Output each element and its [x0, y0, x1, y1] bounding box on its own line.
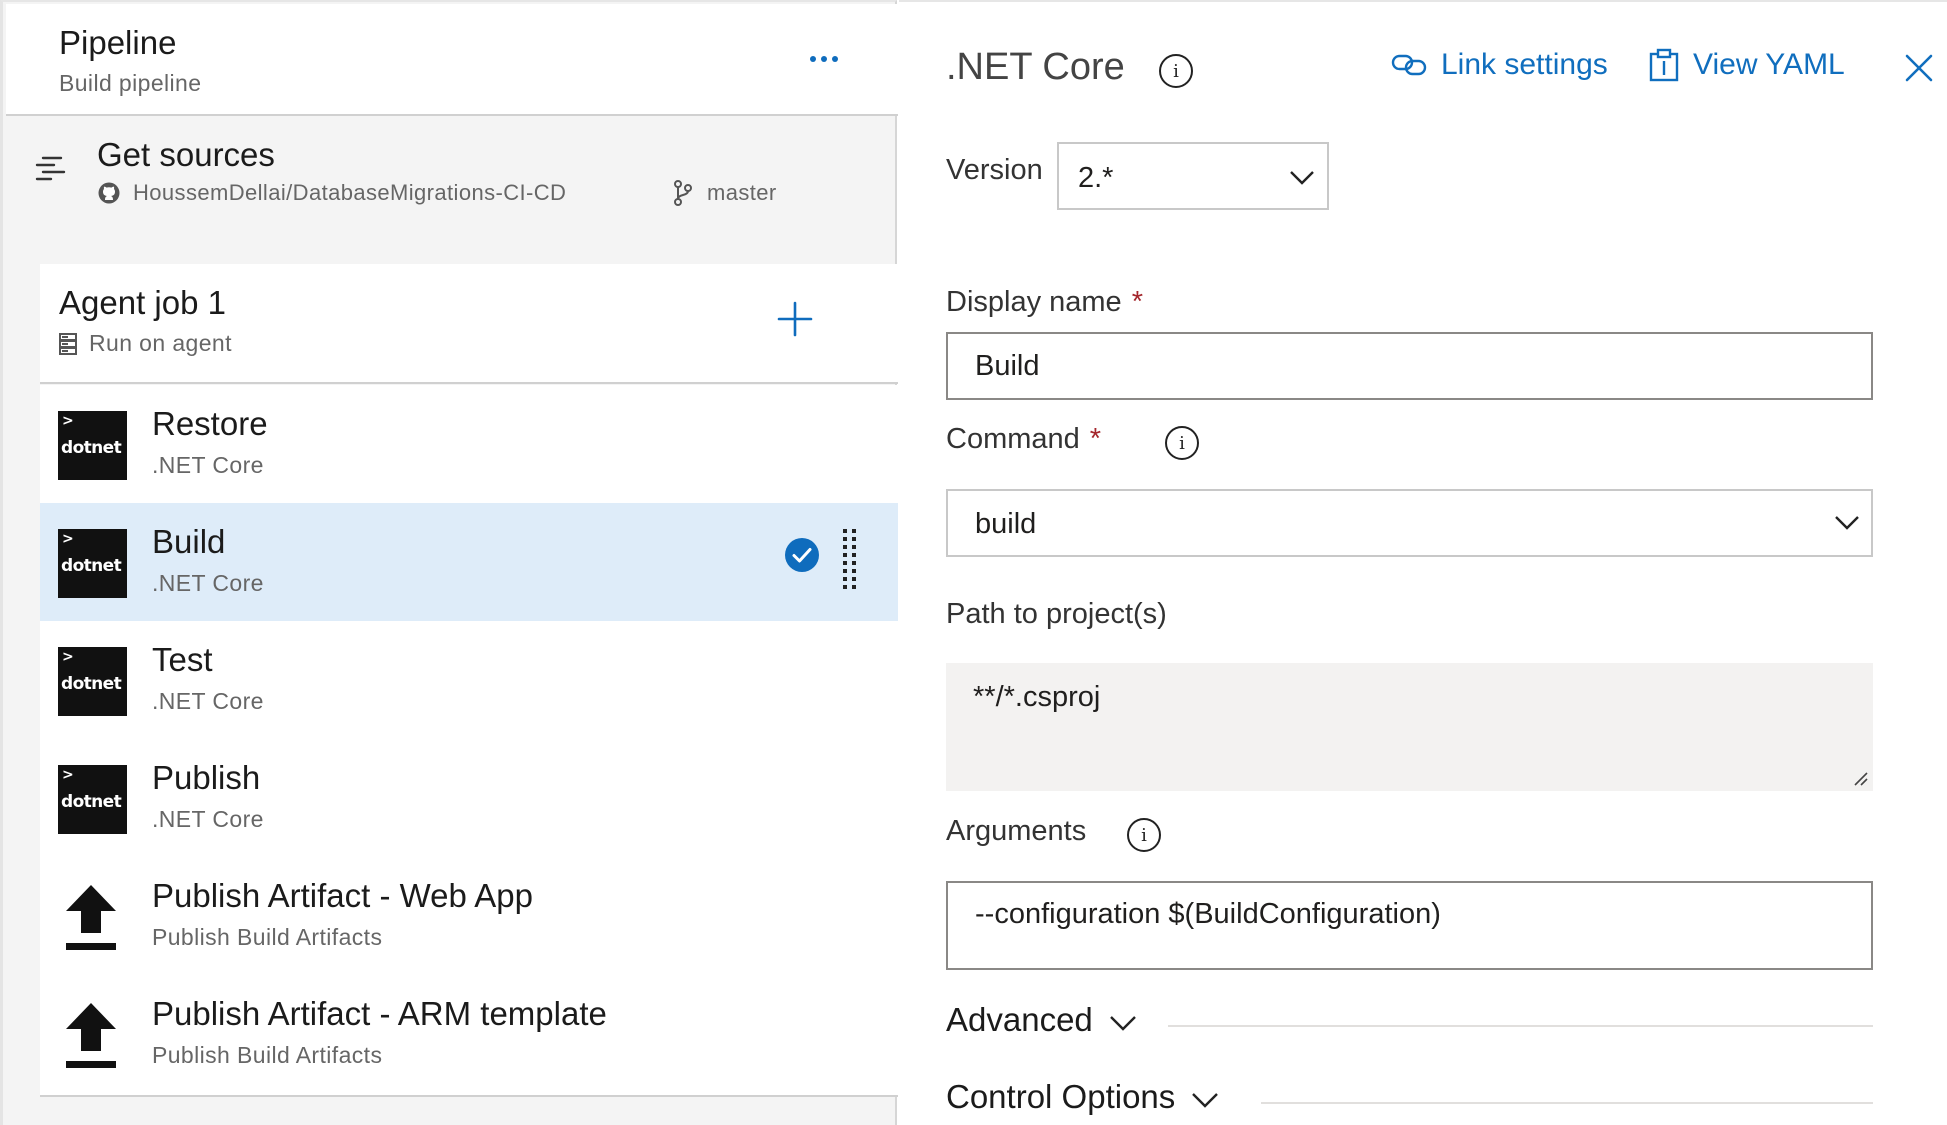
arguments-input[interactable]: --configuration $(BuildConfiguration)	[946, 881, 1873, 970]
task-name: Publish Artifact - ARM template	[152, 995, 607, 1032]
add-task-icon[interactable]	[775, 299, 815, 339]
link-icon	[1391, 54, 1427, 76]
version-value: 2.*	[1078, 162, 1114, 194]
github-icon	[98, 182, 120, 204]
command-label: Command *	[946, 423, 1101, 456]
resize-grip-icon[interactable]	[1851, 769, 1869, 787]
version-select[interactable]: 2.*	[1057, 142, 1329, 210]
task-item-build[interactable]: > dotnet Build .NET Core	[40, 503, 898, 621]
dotnet-logo-icon: > dotnet	[58, 411, 127, 480]
enabled-check-icon[interactable]	[784, 537, 820, 573]
task-name: Build	[152, 523, 226, 560]
task-type: Publish Build Artifacts	[152, 1042, 383, 1068]
pipeline-header[interactable]: Pipeline Build pipeline	[6, 4, 898, 116]
section-divider	[1168, 1025, 1873, 1027]
repository-info: HoussemDellai/DatabaseMigrations-CI-CD	[97, 180, 566, 206]
task-type: .NET Core	[152, 688, 264, 714]
dotnet-logo-icon: > dotnet	[58, 529, 127, 598]
branch-name: master	[707, 180, 777, 205]
agent-job-subtitle: Run on agent	[89, 330, 232, 356]
info-icon[interactable]: i	[1159, 54, 1193, 88]
upload-icon	[66, 1003, 116, 1068]
link-settings-button[interactable]: Link settings	[1391, 48, 1608, 82]
task-name: Restore	[152, 405, 268, 442]
display-name-input[interactable]: Build	[946, 332, 1873, 400]
task-type: .NET Core	[152, 570, 264, 596]
dotnet-logo-text: dotnet	[61, 674, 122, 694]
dotnet-logo-icon: > dotnet	[58, 765, 127, 834]
close-icon[interactable]	[1903, 52, 1935, 84]
task-item-publish-artifact-arm-template[interactable]: Publish Artifact - ARM template Publish …	[40, 975, 898, 1093]
dotnet-logo-text: dotnet	[61, 556, 122, 576]
control-options-section-label: Control Options	[946, 1078, 1176, 1115]
display-name-label-text: Display name	[946, 286, 1122, 318]
info-icon[interactable]: i	[1127, 818, 1161, 852]
repository-name: HoussemDellai/DatabaseMigrations-CI-CD	[133, 180, 567, 205]
task-name: Test	[152, 641, 213, 678]
more-dot	[810, 56, 816, 62]
path-to-projects-input[interactable]: **/*.csproj	[946, 663, 1873, 791]
path-to-projects-label: Path to project(s)	[946, 598, 1167, 630]
command-value: build	[975, 508, 1037, 540]
task-detail-panel: .NET Core i Link settings View YAML Vers…	[899, 0, 1947, 1125]
pipeline-subtitle: Build pipeline	[59, 70, 202, 96]
chevron-down-icon	[1290, 171, 1314, 185]
chevron-down-icon	[1835, 516, 1859, 530]
view-yaml-label: View YAML	[1693, 48, 1845, 81]
chevron-down-icon	[1109, 1016, 1136, 1031]
display-name-label: Display name *	[946, 286, 1143, 319]
task-item-restore[interactable]: > dotnet Restore .NET Core	[40, 385, 898, 503]
command-select[interactable]: build	[946, 489, 1873, 557]
task-type: Publish Build Artifacts	[152, 924, 383, 950]
task-item-publish-artifact-web-app[interactable]: Publish Artifact - Web App Publish Build…	[40, 857, 898, 975]
link-settings-label: Link settings	[1441, 48, 1608, 81]
more-dot	[821, 56, 827, 62]
task-type: .NET Core	[152, 806, 264, 832]
version-label: Version	[946, 154, 1043, 186]
command-label-text: Command	[946, 423, 1080, 455]
drag-handle-icon[interactable]	[840, 527, 860, 591]
control-options-section-toggle[interactable]: Control Options	[946, 1078, 1873, 1116]
branch-icon	[674, 180, 692, 206]
agent-job-subtitle-row: Run on agent	[59, 330, 232, 357]
server-icon	[59, 332, 77, 355]
task-name: Publish Artifact - Web App	[152, 877, 533, 914]
required-mark: *	[1131, 286, 1143, 318]
task-name: Publish	[152, 759, 261, 796]
clipboard-icon	[1649, 48, 1679, 82]
sources-list-icon	[35, 156, 66, 181]
task-detail-title: .NET Core	[946, 46, 1125, 88]
view-yaml-button[interactable]: View YAML	[1649, 48, 1845, 82]
get-sources-title: Get sources	[97, 136, 275, 173]
dotnet-logo-icon: > dotnet	[58, 647, 127, 716]
more-options-button[interactable]	[802, 44, 846, 74]
more-dot	[832, 56, 838, 62]
advanced-section-toggle[interactable]: Advanced	[946, 1001, 1873, 1039]
task-item-publish[interactable]: > dotnet Publish .NET Core	[40, 739, 898, 857]
agent-job-item[interactable]: Agent job 1 Run on agent	[40, 264, 898, 384]
section-divider	[1261, 1102, 1873, 1104]
branch-info: master	[673, 180, 777, 206]
upload-icon	[66, 885, 116, 950]
dotnet-logo-text: dotnet	[61, 438, 122, 458]
task-item-test[interactable]: > dotnet Test .NET Core	[40, 621, 898, 739]
chevron-down-icon	[1192, 1093, 1219, 1108]
task-type: .NET Core	[152, 452, 264, 478]
info-icon[interactable]: i	[1165, 426, 1199, 460]
dotnet-logo-text: dotnet	[61, 792, 122, 812]
required-mark: *	[1089, 423, 1102, 455]
task-list: > dotnet Restore .NET Core > dotnet Build …	[40, 385, 898, 1097]
arguments-label: Arguments	[946, 815, 1087, 847]
agent-job-title: Agent job 1	[59, 284, 226, 321]
pipeline-tasks-panel: Pipeline Build pipeline Get sources Hous…	[0, 0, 898, 1125]
advanced-section-label: Advanced	[946, 1001, 1093, 1038]
path-to-projects-value: **/*.csproj	[973, 681, 1101, 713]
pipeline-title: Pipeline	[59, 24, 177, 61]
